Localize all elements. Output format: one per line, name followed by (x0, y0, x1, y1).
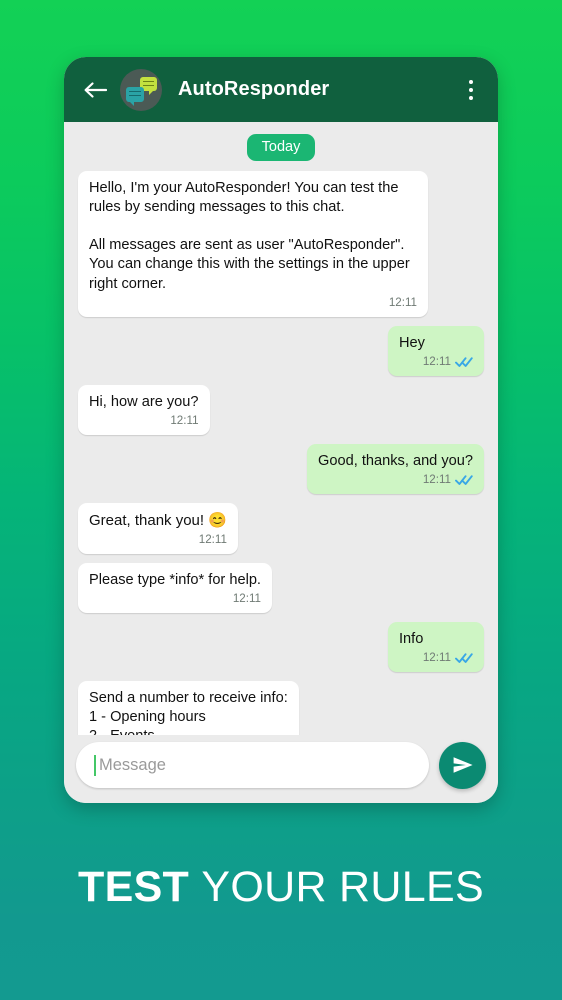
message-input-placeholder: Message (99, 755, 166, 774)
send-button[interactable] (439, 741, 486, 789)
message-row: Please type *info* for help. 12:11 (78, 562, 484, 613)
message-bubble-outgoing[interactable]: Good, thanks, and you? 12:11 (307, 443, 484, 494)
message-meta: 12:11 (89, 591, 261, 607)
message-time: 12:11 (198, 533, 227, 547)
avatar[interactable] (120, 68, 162, 111)
caption-bold: TEST (78, 863, 190, 911)
day-divider-label: Today (246, 134, 316, 161)
chat-message-list[interactable]: Today Hello, I'm your AutoResponder! You… (64, 122, 498, 735)
message-input[interactable]: Message (76, 742, 429, 788)
message-text: Send a number to receive info: 1 - Openi… (89, 689, 288, 735)
message-meta: 12:11 (399, 650, 473, 666)
read-receipt-double-check-icon (455, 475, 473, 485)
message-bubble-incoming[interactable]: Hi, how are you? 12:11 (78, 384, 210, 435)
read-receipt-double-check-icon (455, 653, 473, 663)
message-meta: 12:11 (89, 413, 199, 429)
message-meta: 12:11 (89, 532, 227, 548)
message-row: Hello, I'm your AutoResponder! You can t… (78, 171, 484, 317)
message-bubble-incoming[interactable]: Send a number to receive info: 1 - Openi… (78, 680, 299, 735)
message-meta: 12:11 (399, 354, 473, 370)
message-text: Info (399, 630, 424, 647)
message-row: Info 12:11 (78, 621, 484, 672)
overflow-menu-icon[interactable] (458, 73, 484, 107)
message-time: 12:11 (422, 473, 451, 487)
message-text: Hey (399, 334, 425, 351)
send-paper-plane-icon (453, 757, 473, 773)
message-bubble-incoming[interactable]: Great, thank you! 😊 12:11 (78, 502, 238, 554)
message-row: Good, thanks, and you? 12:11 (78, 443, 484, 494)
message-time: 12:11 (232, 592, 261, 606)
message-row: Great, thank you! 😊 12:11 (78, 502, 484, 554)
message-bubble-outgoing[interactable]: Info 12:11 (388, 621, 484, 672)
text-cursor (94, 754, 96, 776)
message-bubble-incoming[interactable]: Hello, I'm your AutoResponder! You can t… (78, 171, 428, 317)
message-row: Send a number to receive info: 1 - Openi… (78, 680, 484, 735)
message-time: 12:11 (422, 651, 451, 665)
message-row: Hi, how are you? 12:11 (78, 384, 484, 435)
read-receipt-double-check-icon (455, 357, 473, 367)
message-time: 12:11 (170, 414, 199, 428)
message-time: 12:11 (422, 355, 451, 369)
phone-mockup: AutoResponder Today Hello, I'm your Auto… (64, 57, 498, 803)
back-button[interactable] (80, 75, 110, 105)
chat-app-bar: AutoResponder (64, 57, 498, 122)
caption-light: YOUR RULES (201, 863, 484, 911)
message-text: Please type *info* for help. (89, 571, 261, 588)
message-text: Great, thank you! 😊 (89, 511, 227, 529)
message-meta: 12:11 (89, 295, 417, 311)
message-bubble-incoming[interactable]: Please type *info* for help. 12:11 (78, 562, 272, 613)
message-row: Hey 12:11 (78, 325, 484, 376)
page-title: AutoResponder (178, 78, 330, 100)
message-text: Hi, how are you? (89, 393, 199, 410)
message-meta: 12:11 (318, 472, 473, 488)
day-divider: Today (78, 134, 484, 161)
message-bubble-outgoing[interactable]: Hey 12:11 (388, 325, 484, 376)
message-composer: Message (64, 735, 498, 803)
message-text: Hello, I'm your AutoResponder! You can t… (89, 180, 410, 292)
message-text: Good, thanks, and you? (318, 452, 473, 469)
message-time: 12:11 (388, 296, 417, 310)
speech-bubble-teal-icon (126, 86, 144, 106)
promo-caption: TEST YOUR RULES (0, 866, 562, 909)
